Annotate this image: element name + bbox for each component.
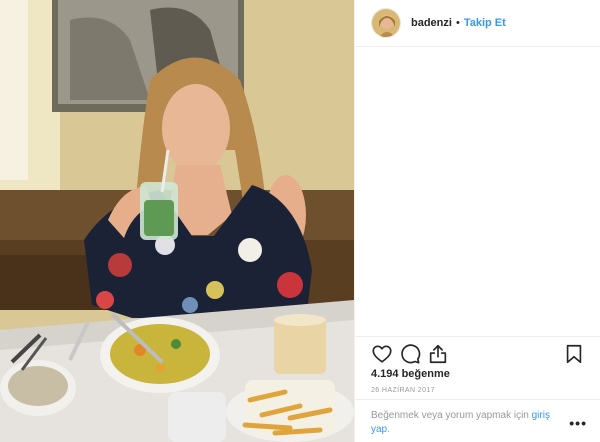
- action-row: [371, 343, 585, 367]
- likes-count[interactable]: 4.194 beğenme: [371, 368, 450, 380]
- more-options-button[interactable]: •••: [569, 416, 587, 430]
- post-sidebar: badenzi • Takip Et 4.194 beğenme 26 HAZİ…: [354, 0, 600, 442]
- avatar-image: [372, 9, 400, 37]
- login-prompt-suffix: .: [387, 424, 390, 435]
- username-link[interactable]: badenzi: [411, 17, 452, 29]
- post-date[interactable]: 26 HAZİRAN 2017: [371, 387, 435, 394]
- heart-icon[interactable]: [371, 343, 393, 365]
- post-photo[interactable]: [0, 0, 354, 442]
- avatar[interactable]: [371, 8, 401, 38]
- comments-area: [355, 48, 600, 334]
- photo-illustration: [0, 0, 354, 442]
- follow-button[interactable]: Takip Et: [464, 17, 506, 29]
- share-icon[interactable]: [427, 343, 449, 365]
- login-prompt: Beğenmek veya yorum yapmak için giriş ya…: [355, 399, 600, 442]
- post-dialog: badenzi • Takip Et 4.194 beğenme 26 HAZİ…: [0, 0, 600, 442]
- bookmark-icon[interactable]: [563, 343, 585, 365]
- post-header: badenzi • Takip Et: [355, 0, 600, 47]
- comment-icon[interactable]: [399, 343, 421, 365]
- login-prompt-text: Beğenmek veya yorum yapmak için: [371, 410, 532, 421]
- separator-dot: •: [455, 17, 460, 29]
